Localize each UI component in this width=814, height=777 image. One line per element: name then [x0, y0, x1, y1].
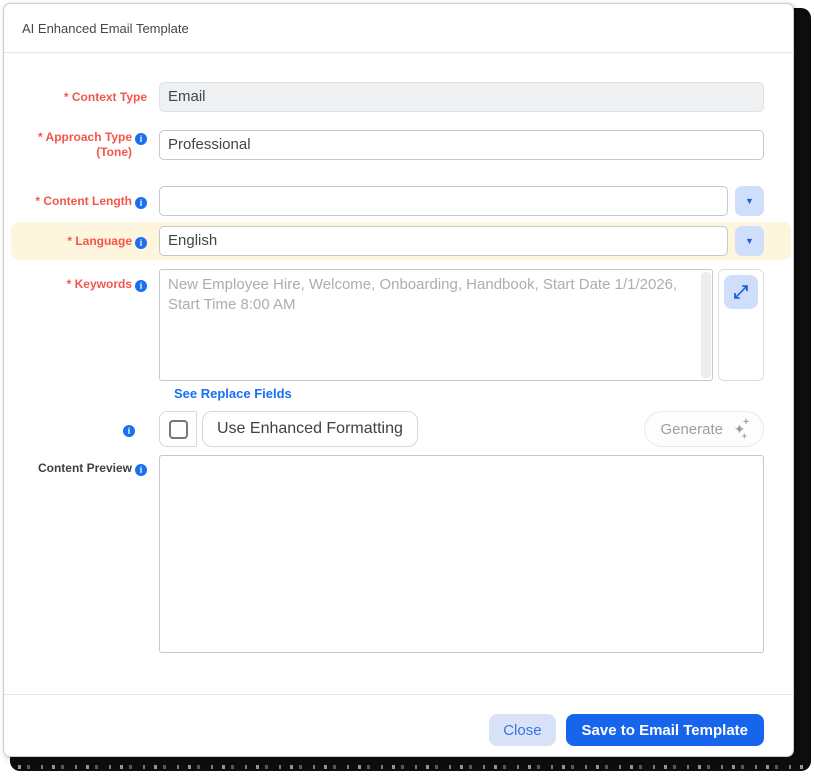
approach-type-input[interactable]: Professional [159, 130, 764, 160]
dialog-header: AI Enhanced Email Template [4, 4, 793, 53]
content-preview-info-icon[interactable]: i [135, 464, 147, 476]
content-length-label: * Content Length i [19, 194, 147, 209]
approach-type-label: * Approach Type i (Tone) [19, 130, 147, 160]
sparkle-icon: ✦ + + [733, 417, 749, 441]
expand-arrows-icon: ⤢ [733, 282, 749, 302]
keywords-row: * Keywords i New Employee Hire, Welcome, … [19, 269, 764, 381]
language-label: * Language i [19, 234, 147, 249]
generate-button-label: Generate [660, 420, 723, 438]
expand-button[interactable]: ⤢ [724, 275, 758, 309]
context-type-input: Email [159, 82, 764, 112]
content-length-info-icon[interactable]: i [135, 196, 147, 209]
dialog-title: AI Enhanced Email Template [22, 21, 189, 36]
keywords-info-icon[interactable]: i [135, 280, 147, 292]
content-length-row: * Content Length i ▼ [19, 186, 764, 216]
save-to-email-template-button[interactable]: Save to Email Template [565, 714, 764, 746]
keywords-scrollbar[interactable] [701, 272, 711, 378]
enhanced-formatting-checkbox-box[interactable] [159, 411, 197, 447]
formatting-row: i Use Enhanced Formatting Generate ✦ + + [19, 411, 764, 447]
keywords-expand-panel: ⤢ [718, 269, 764, 381]
replace-fields-link-row: See Replace Fields [174, 385, 764, 403]
approach-type-label-line2: (Tone) [96, 145, 132, 159]
content-preview-textarea[interactable] [159, 455, 764, 653]
context-type-row: * Context Type Email [19, 82, 764, 112]
formatting-label-cell: i [19, 422, 147, 437]
generate-button[interactable]: Generate ✦ + + [644, 411, 764, 447]
context-type-label: * Context Type [63, 89, 147, 104]
language-dropdown-button[interactable]: ▼ [735, 226, 764, 256]
close-button[interactable]: Close [489, 714, 556, 746]
keywords-textarea[interactable]: New Employee Hire, Welcome, Onboarding, … [159, 269, 713, 381]
enhanced-formatting-checkbox[interactable] [168, 419, 188, 439]
dialog-footer: Close Save to Email Template [4, 694, 793, 756]
content-preview-label: Content Preview i [19, 455, 147, 476]
content-length-input[interactable] [159, 186, 728, 216]
ai-email-template-dialog: AI Enhanced Email Template * Context Typ… [3, 3, 794, 757]
see-replace-fields-link[interactable]: See Replace Fields [174, 386, 292, 401]
approach-type-info-icon[interactable]: i [135, 133, 147, 145]
language-input[interactable]: English [159, 226, 728, 256]
chevron-down-icon: ▼ [745, 236, 754, 246]
content-preview-row: Content Preview i [19, 455, 764, 653]
dialog-body: * Context Type Email * Approach Type i (T… [4, 53, 793, 653]
keywords-placeholder: New Employee Hire, Welcome, Onboarding, … [168, 276, 678, 313]
chevron-down-icon: ▼ [745, 196, 754, 206]
keywords-label: * Keywords i [19, 269, 147, 292]
language-info-icon[interactable]: i [135, 236, 147, 249]
language-row: * Language i English ▼ [11, 222, 791, 260]
enhanced-formatting-label[interactable]: Use Enhanced Formatting [202, 411, 418, 447]
content-length-dropdown-button[interactable]: ▼ [735, 186, 764, 216]
formatting-info-icon[interactable]: i [123, 424, 135, 437]
approach-type-row: * Approach Type i (Tone) Professional [19, 130, 764, 160]
